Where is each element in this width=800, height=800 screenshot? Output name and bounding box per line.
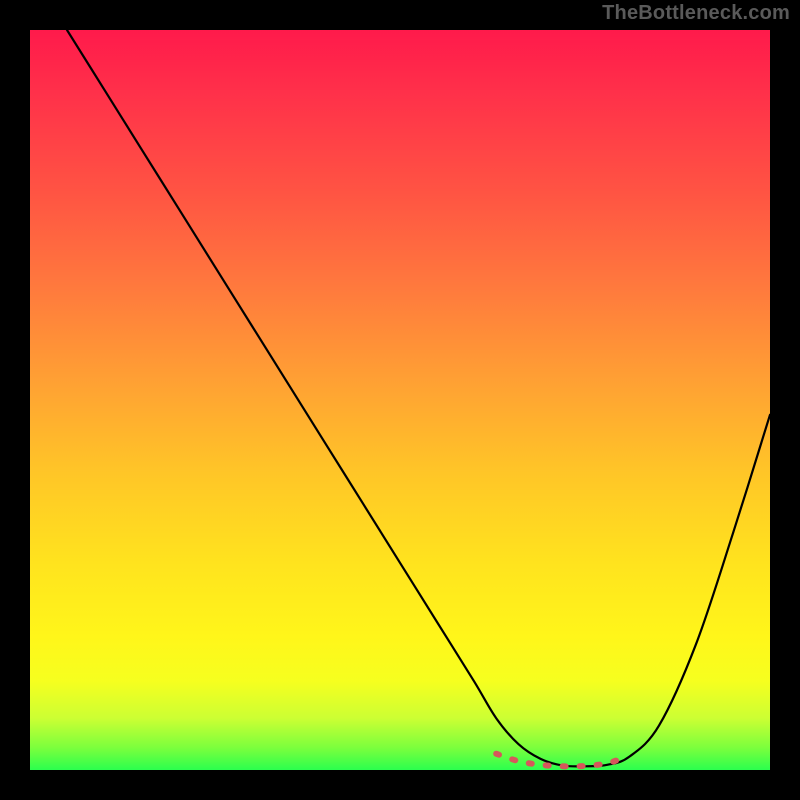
plot-area <box>30 30 770 770</box>
bottleneck-curve-path <box>67 30 770 766</box>
curve-layer <box>30 30 770 770</box>
watermark-text: TheBottleneck.com <box>602 2 790 25</box>
chart-frame: TheBottleneck.com <box>0 0 800 800</box>
